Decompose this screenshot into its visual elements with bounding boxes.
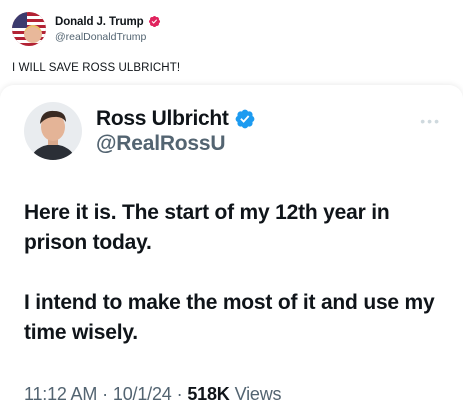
author-handle[interactable]: @RealRossU [96, 132, 256, 156]
separator: · [176, 384, 183, 404]
flag-avatar-icon [12, 12, 46, 46]
post-paragraph: Here it is. The start of my 12th year in… [24, 201, 390, 254]
post-metadata: 11:12 AM · 10/1/24 · 518K Views [24, 384, 282, 405]
views-label: Views [234, 384, 282, 404]
quoted-author-block: Ross Ulbricht @RealRossU [96, 107, 256, 156]
profile-photo-icon [24, 102, 82, 160]
quoted-post-text: Here it is. The start of my 12th year in… [24, 198, 444, 378]
verified-badge-icon [148, 15, 160, 28]
separator: · [102, 384, 108, 404]
post-text: I WILL SAVE ROSS ULBRICHT! [12, 62, 181, 74]
avatar[interactable] [12, 12, 46, 46]
author-name[interactable]: Ross Ulbricht [96, 107, 229, 131]
post-time[interactable]: 11:12 AM [24, 384, 97, 405]
post-paragraph: I intend to make the most of it and use … [24, 291, 435, 344]
author-handle[interactable]: @realDonaldTrump [55, 31, 161, 43]
outer-author-block: Donald J. Trump @realDonaldTrump [55, 15, 161, 43]
verified-badge-icon [235, 109, 255, 128]
post-date[interactable]: 10/1/24 [113, 384, 172, 405]
quoted-post-header: Ross Ulbricht @RealRossU [24, 102, 256, 160]
more-options-icon[interactable]: ••• [420, 113, 441, 129]
views-count: 518K [187, 384, 230, 404]
outer-post-header: Donald J. Trump @realDonaldTrump [12, 12, 161, 46]
author-name[interactable]: Donald J. Trump [55, 16, 144, 28]
quoted-post-card[interactable]: Ross Ulbricht @RealRossU ••• Here it is.… [0, 85, 463, 418]
avatar[interactable] [24, 102, 82, 160]
